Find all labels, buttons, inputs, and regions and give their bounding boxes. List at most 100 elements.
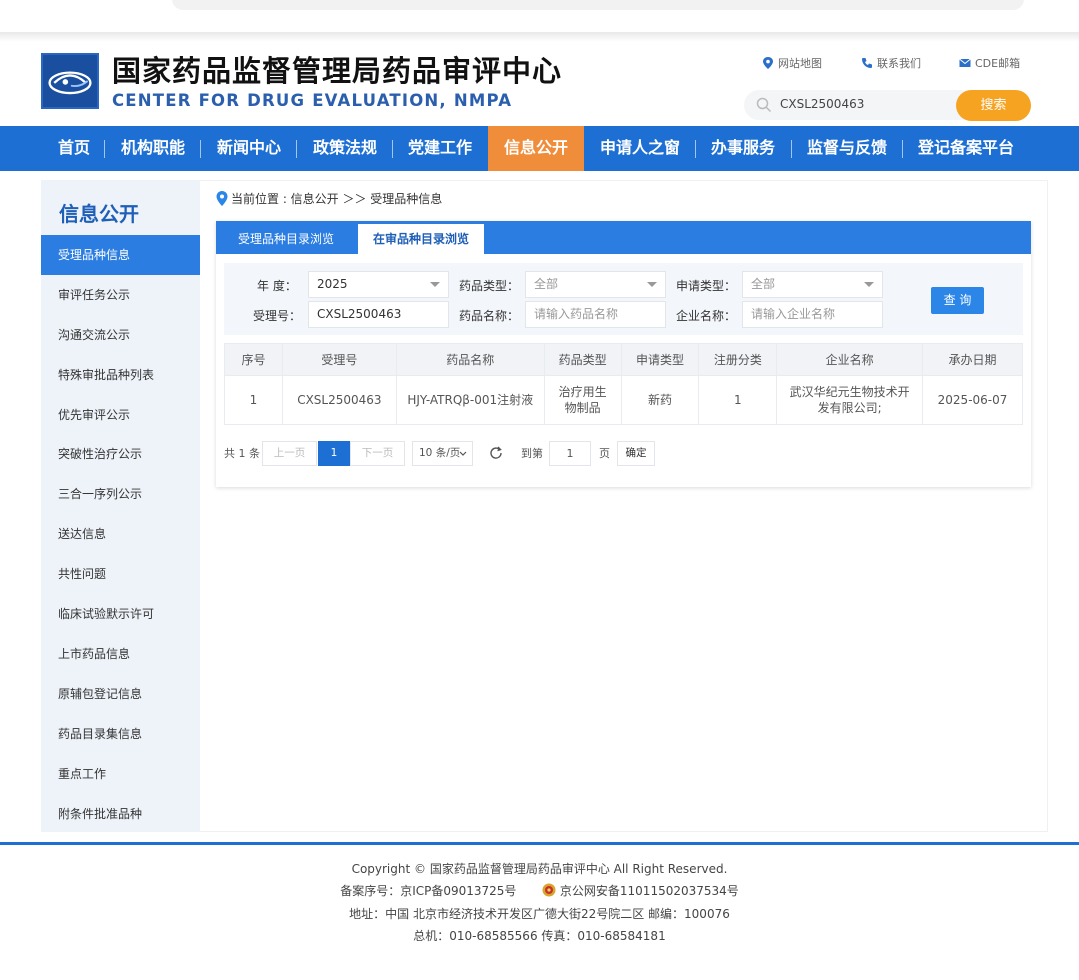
chevron-down-icon <box>459 451 467 456</box>
table-header-row: 序号 受理号 药品名称 药品类型 申请类型 注册分类 企业名称 承办日期 <box>224 343 1023 376</box>
prev-page-button[interactable]: 上一页 <box>262 441 317 466</box>
cell-index: 1 <box>224 375 283 425</box>
col-drug-type: 药品类型 <box>543 343 622 376</box>
query-button[interactable]: 查 询 <box>931 287 984 314</box>
next-page-button[interactable]: 下一页 <box>350 441 405 466</box>
company-input[interactable]: 请输入企业名称 <box>742 301 883 328</box>
goto-confirm-button[interactable]: 确定 <box>617 441 655 466</box>
nav-divider <box>902 140 903 158</box>
sidebar-item-delivery[interactable]: 送达信息 <box>41 514 200 554</box>
search-value: CXSL2500463 <box>780 97 865 111</box>
location-pin-icon <box>763 57 773 69</box>
apply-type-select[interactable]: 全部 <box>742 271 883 298</box>
goto-label: 到第 <box>521 447 543 460</box>
chevron-down-icon <box>430 282 440 287</box>
tab-accepted-catalog[interactable]: 受理品种目录浏览 <box>224 224 348 254</box>
cell-drug-name: HJY-ATRQβ-001注射液 <box>395 375 545 425</box>
site-subtitle: CENTER FOR DRUG EVALUATION, NMPA <box>112 91 513 110</box>
nav-news[interactable]: 新闻中心 <box>217 126 281 171</box>
company-label: 企业名称： <box>676 309 737 323</box>
sidebar-item-common-issues[interactable]: 共性问题 <box>41 554 200 594</box>
icp-link[interactable]: 备案序号：京ICP备09013725号 <box>340 884 516 898</box>
site-header: 国家药品监督管理局药品审评中心 CENTER FOR DRUG EVALUATI… <box>0 42 1079 126</box>
logo-emblem-icon <box>43 55 97 107</box>
sidebar-item-conditional-approval[interactable]: 附条件批准品种 <box>41 794 200 834</box>
col-drug-name: 药品名称 <box>395 343 545 376</box>
goto-page-input[interactable]: 1 <box>549 441 591 466</box>
site-search-input[interactable]: CXSL2500463 <box>744 90 974 120</box>
breadcrumb-text: 当前位置 : 信息公开 ＞＞ 受理品种信息 <box>231 192 443 206</box>
tab-under-review-catalog[interactable]: 在审品种目录浏览 <box>358 224 484 254</box>
cell-reg-class: 1 <box>698 375 778 425</box>
footer-copyright: Copyright © 国家药品监督管理局药品审评中心 All Right Re… <box>351 862 728 876</box>
drug-type-value: 全部 <box>534 277 559 291</box>
year-label: 年 度： <box>257 279 297 293</box>
sidebar-item-three-in-one[interactable]: 三合一序列公示 <box>41 474 200 514</box>
page-1-button[interactable]: 1 <box>318 441 350 466</box>
police-record-link[interactable]: 京公网安备11011502037534号 <box>560 884 739 898</box>
nav-home[interactable]: 首页 <box>58 126 90 171</box>
mail-icon <box>959 58 971 67</box>
year-select[interactable]: 2025 <box>308 271 449 298</box>
contact-link[interactable]: 联系我们 <box>861 55 921 71</box>
accept-no-input[interactable]: CXSL2500463 <box>308 301 449 328</box>
sidebar-item-catalog[interactable]: 药品目录集信息 <box>41 714 200 754</box>
nav-policy[interactable]: 政策法规 <box>313 126 377 171</box>
cde-mail-link[interactable]: CDE邮箱 <box>959 55 1020 71</box>
nav-services[interactable]: 办事服务 <box>711 126 775 171</box>
total-count: 共 1 条 <box>224 447 260 460</box>
sidebar-item-communication[interactable]: 沟通交流公示 <box>41 315 200 355</box>
filter-form: 年 度： 2025 药品类型： 全部 申请类型： 全部 受理号： CXSL250… <box>224 263 1023 335</box>
drug-type-label: 药品类型： <box>459 279 520 293</box>
search-button[interactable]: 搜索 <box>956 90 1031 121</box>
nav-divider <box>104 140 105 158</box>
sidebar-item-accepted-varieties[interactable]: 受理品种信息 <box>41 235 200 275</box>
drug-type-select[interactable]: 全部 <box>525 271 666 298</box>
nav-applicant[interactable]: 申请人之窗 <box>600 126 680 171</box>
page-size-select[interactable]: 10 条/页 <box>412 441 473 466</box>
contact-label: 联系我们 <box>877 57 921 70</box>
col-accept-no: 受理号 <box>281 343 397 376</box>
nav-divider <box>392 140 393 158</box>
chevron-down-icon <box>864 282 874 287</box>
police-badge-icon <box>542 883 556 897</box>
chevron-down-icon <box>647 282 657 287</box>
nav-registration[interactable]: 登记备案平台 <box>918 126 1014 171</box>
apply-type-value: 全部 <box>751 277 776 291</box>
main-nav: 首页 机构职能 新闻中心 政策法规 党建工作 信息公开 申请人之窗 办事服务 监… <box>0 126 1079 171</box>
sidebar-item-review-tasks[interactable]: 审评任务公示 <box>41 275 200 315</box>
footer-registration: 备案序号：京ICP备09013725号 京公网安备11011502037534号 <box>0 882 1079 899</box>
nav-organization[interactable]: 机构职能 <box>121 126 185 171</box>
sidebar-item-special-approval[interactable]: 特殊审批品种列表 <box>41 355 200 395</box>
nav-party[interactable]: 党建工作 <box>408 126 472 171</box>
sidebar-item-breakthrough[interactable]: 突破性治疗公示 <box>41 434 200 474</box>
cell-accept-no: CXSL2500463 <box>281 375 397 425</box>
results-panel: 受理品种目录浏览 在审品种目录浏览 年 度： 2025 药品类型： 全部 申请类… <box>216 221 1031 487</box>
top-banner-bar <box>172 0 1024 10</box>
page-size-value: 10 条/页 <box>419 447 461 459</box>
sidebar-item-key-work[interactable]: 重点工作 <box>41 754 200 794</box>
cell-company: 武汉华纪元生物技术开发有限公司; <box>776 375 924 425</box>
refresh-icon[interactable] <box>488 445 504 461</box>
nav-divider <box>695 140 696 158</box>
col-company: 企业名称 <box>776 343 924 376</box>
search-icon <box>756 97 772 113</box>
nav-info-public[interactable]: 信息公开 <box>488 126 584 171</box>
col-reg-class: 注册分类 <box>698 343 778 376</box>
nav-supervision[interactable]: 监督与反馈 <box>807 126 887 171</box>
sidebar-item-marketed-drugs[interactable]: 上市药品信息 <box>41 634 200 674</box>
drug-name-input[interactable]: 请输入药品名称 <box>525 301 666 328</box>
sitemap-label: 网站地图 <box>778 57 822 70</box>
table-row[interactable]: 1 CXSL2500463 HJY-ATRQβ-001注射液 治疗用生物制品 新… <box>224 375 1023 425</box>
accept-no-label: 受理号： <box>253 309 302 323</box>
year-value: 2025 <box>317 277 348 291</box>
location-pin-icon <box>216 191 228 206</box>
sidebar-item-priority-review[interactable]: 优先审评公示 <box>41 395 200 435</box>
cell-date: 2025-06-07 <box>922 375 1023 425</box>
cell-apply-type: 新药 <box>620 375 700 425</box>
cde-logo[interactable] <box>41 53 99 109</box>
footer: Copyright © 国家药品监督管理局药品审评中心 All Right Re… <box>0 842 1079 980</box>
sitemap-link[interactable]: 网站地图 <box>762 55 822 71</box>
sidebar-item-clinical-trial[interactable]: 临床试验默示许可 <box>41 594 200 634</box>
sidebar-item-excipients[interactable]: 原辅包登记信息 <box>41 674 200 714</box>
